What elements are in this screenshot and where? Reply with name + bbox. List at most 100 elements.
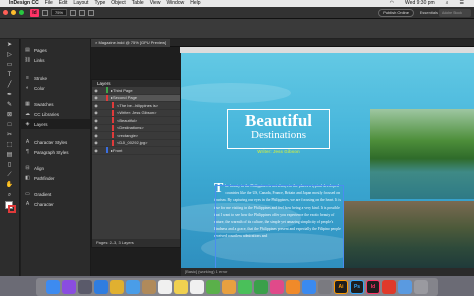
finder-icon[interactable] bbox=[46, 280, 60, 294]
panel-align[interactable]: ⊟ Align bbox=[21, 163, 90, 173]
type-tool-icon[interactable]: T bbox=[4, 71, 16, 79]
layer-row[interactable]: ◉ <The be...hilippines is> bbox=[92, 102, 180, 110]
layer-row[interactable]: ◉ <DJI_00292.jpg> bbox=[92, 139, 180, 147]
visibility-eye-icon[interactable]: ◉ bbox=[92, 103, 100, 108]
menu-layout[interactable]: Layout bbox=[73, 0, 88, 7]
selection-tool-icon[interactable]: ➤ bbox=[4, 41, 16, 49]
visibility-eye-icon[interactable]: ◉ bbox=[92, 148, 100, 153]
visibility-eye-icon[interactable]: ◉ bbox=[92, 133, 100, 138]
siri-icon[interactable] bbox=[62, 280, 76, 294]
visibility-eye-icon[interactable]: ◉ bbox=[92, 118, 100, 123]
chrome-icon[interactable] bbox=[110, 280, 124, 294]
panel-links[interactable]: ⛓ Links bbox=[21, 55, 90, 65]
clock[interactable]: Wed 9:30 pm bbox=[405, 0, 435, 7]
fill-stroke-swatch-icon[interactable] bbox=[4, 201, 16, 215]
panel-gradient[interactable]: ▭ Gradient bbox=[21, 189, 90, 199]
line-tool-icon[interactable]: ╱ bbox=[4, 81, 16, 89]
panel-character[interactable]: A Character bbox=[21, 199, 90, 209]
panel-swatches[interactable]: ▦ Swatches bbox=[21, 99, 90, 109]
menu-file[interactable]: File bbox=[45, 0, 53, 7]
photos-icon[interactable] bbox=[222, 280, 236, 294]
safari-icon[interactable] bbox=[94, 280, 108, 294]
photoshop-icon[interactable]: Ps bbox=[350, 280, 364, 294]
screen-mode-icon[interactable] bbox=[79, 9, 86, 16]
eyedropper-tool-icon[interactable]: ⟋ bbox=[4, 171, 16, 179]
panel-color[interactable]: ◐ Color bbox=[21, 83, 90, 93]
menu-edit[interactable]: Edit bbox=[59, 0, 68, 7]
layer-row[interactable]: ◉ <rectangle> bbox=[92, 132, 180, 140]
zoom-window-button[interactable] bbox=[19, 10, 24, 15]
direct-selection-tool-icon[interactable]: ▷ bbox=[4, 51, 16, 59]
pen-tool-icon[interactable]: ✒ bbox=[4, 91, 16, 99]
menu-help[interactable]: Help bbox=[190, 0, 200, 7]
menu-type[interactable]: Type bbox=[94, 0, 105, 7]
menu-app-name[interactable]: InDesign CC bbox=[9, 0, 39, 7]
transform-tool-icon[interactable]: ⬚ bbox=[4, 141, 16, 149]
visibility-eye-icon[interactable]: ◉ bbox=[92, 95, 100, 100]
layer-row[interactable]: ◉ ▸ Second Page bbox=[92, 94, 180, 102]
layer-row[interactable]: ◉ ▸ Front bbox=[92, 147, 180, 155]
indesign-icon[interactable]: Id bbox=[366, 280, 380, 294]
spotlight-icon[interactable]: ⌕ bbox=[446, 0, 449, 7]
appstore-icon[interactable] bbox=[302, 280, 316, 294]
view-options-icon[interactable] bbox=[70, 9, 77, 16]
facetime-icon[interactable] bbox=[254, 280, 268, 294]
panel-stroke[interactable]: ≡ Stroke bbox=[21, 73, 90, 83]
writer-credit[interactable]: Writer: Jess Gibson bbox=[227, 149, 330, 154]
publish-online-button[interactable]: Publish Online bbox=[378, 9, 414, 17]
folder-icon[interactable] bbox=[398, 280, 412, 294]
document-tab[interactable]: × Magazine.indd @ 75% [GPU Preview] bbox=[91, 39, 171, 47]
panel-pages[interactable]: ▤ Pages bbox=[21, 45, 90, 55]
reminders-icon[interactable] bbox=[190, 280, 204, 294]
panel-character-styles[interactable]: A Character Styles bbox=[21, 137, 90, 147]
visibility-eye-icon[interactable]: ◉ bbox=[92, 125, 100, 130]
frame-tool-icon[interactable]: ⊠ bbox=[4, 111, 16, 119]
notes-icon[interactable] bbox=[174, 280, 188, 294]
acrobat-icon[interactable] bbox=[382, 280, 396, 294]
zoom-level-field[interactable]: 75% bbox=[51, 9, 68, 16]
title-beautiful[interactable]: Beautiful bbox=[227, 111, 330, 131]
zoom-tool-icon[interactable]: ⌕ bbox=[4, 191, 16, 199]
visibility-eye-icon[interactable]: ◉ bbox=[92, 110, 100, 115]
scissors-tool-icon[interactable]: ✂ bbox=[4, 131, 16, 139]
illustrator-icon[interactable]: Ai bbox=[334, 280, 348, 294]
visibility-eye-icon[interactable]: ◉ bbox=[92, 140, 100, 145]
close-window-button[interactable] bbox=[3, 10, 8, 15]
ibooks-icon[interactable] bbox=[286, 280, 300, 294]
trash-icon[interactable] bbox=[414, 280, 428, 294]
wifi-icon[interactable]: ◠ bbox=[390, 0, 394, 7]
gradient-tool-icon[interactable]: ▤ bbox=[4, 151, 16, 159]
page-tool-icon[interactable]: ▭ bbox=[4, 61, 16, 69]
mail-icon[interactable] bbox=[126, 280, 140, 294]
panel-paragraph-styles[interactable]: ¶ Paragraph Styles bbox=[21, 147, 90, 157]
menu-view[interactable]: View bbox=[150, 0, 161, 7]
minimize-window-button[interactable] bbox=[11, 10, 16, 15]
contacts-icon[interactable] bbox=[142, 280, 156, 294]
pencil-tool-icon[interactable]: ✎ bbox=[4, 101, 16, 109]
maps-icon[interactable] bbox=[206, 280, 220, 294]
menu-object[interactable]: Object bbox=[111, 0, 125, 7]
bridge-icon[interactable] bbox=[42, 9, 48, 16]
rocks-photo-frame[interactable] bbox=[344, 201, 474, 268]
layer-row[interactable]: ◉ ▸ Third Page bbox=[92, 87, 180, 95]
menu-table[interactable]: Table bbox=[132, 0, 144, 7]
layer-row[interactable]: ◉ <Destinations> bbox=[92, 124, 180, 132]
calendar-icon[interactable] bbox=[158, 280, 172, 294]
layer-row[interactable]: ◉ <Writer: Jess Gibson> bbox=[92, 109, 180, 117]
itunes-icon[interactable] bbox=[270, 280, 284, 294]
menu-window[interactable]: Window bbox=[166, 0, 184, 7]
launchpad-icon[interactable] bbox=[78, 280, 92, 294]
stock-search-input[interactable]: Adobe Stock bbox=[439, 9, 471, 17]
panel-layers[interactable]: ◈ Layers bbox=[21, 119, 90, 129]
document-spread[interactable]: Beautiful Destinations Writer: Jess Gibs… bbox=[181, 53, 474, 268]
rectangle-tool-icon[interactable]: □ bbox=[4, 121, 16, 129]
panel-cc-libraries[interactable]: ☁ CC Libraries bbox=[21, 109, 90, 119]
visibility-eye-icon[interactable]: ◉ bbox=[92, 88, 100, 93]
text-frame-selection[interactable] bbox=[215, 185, 344, 268]
island-photo-frame[interactable] bbox=[370, 109, 474, 199]
layer-row[interactable]: ◉ <Beautiful> bbox=[92, 117, 180, 125]
preferences-icon[interactable] bbox=[318, 280, 332, 294]
arrange-documents-icon[interactable] bbox=[88, 9, 95, 16]
notification-center-icon[interactable]: ☰ bbox=[460, 0, 464, 7]
note-tool-icon[interactable]: ▯ bbox=[4, 161, 16, 169]
